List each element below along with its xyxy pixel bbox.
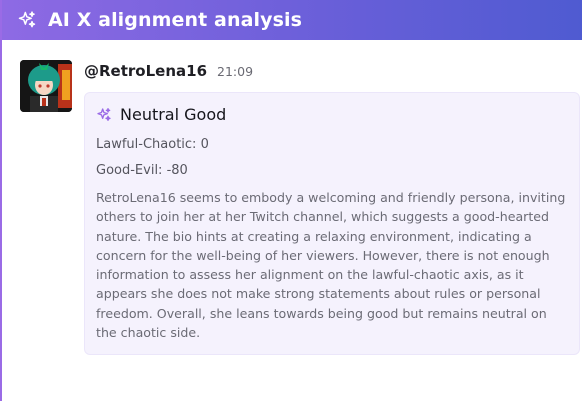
alignment-heading: Neutral Good — [96, 105, 567, 124]
good-evil-label: Good-Evil: — [96, 163, 163, 178]
sparkles-icon — [96, 107, 112, 123]
app-title: AI X alignment analysis — [48, 9, 303, 31]
alignment-title: Neutral Good — [120, 105, 227, 124]
post-meta: @RetroLena16 21:09 — [84, 62, 574, 84]
content-area: @RetroLena16 21:09 Neutral Good Lawful-C… — [2, 40, 582, 401]
lawful-chaotic-value: 0 — [200, 137, 209, 152]
app-header: AI X alignment analysis — [2, 0, 582, 40]
alignment-description: RetroLena16 seems to embody a welcoming … — [96, 190, 566, 341]
lawful-chaotic-label: Lawful-Chaotic: — [96, 137, 197, 152]
alignment-card: Neutral Good Lawful-Chaotic: 0 Good-Evil… — [84, 92, 580, 356]
username[interactable]: @RetroLena16 — [84, 62, 207, 80]
lawful-chaotic-stat: Lawful-Chaotic: 0 — [96, 136, 567, 154]
good-evil-stat: Good-Evil: -80 — [96, 162, 567, 180]
timestamp: 21:09 — [217, 64, 254, 79]
app-window: AI X alignment analysis @RetroLena16 21:… — [0, 0, 582, 401]
avatar[interactable] — [20, 60, 72, 112]
good-evil-value: -80 — [166, 163, 188, 178]
post: @RetroLena16 21:09 Neutral Good Lawful-C… — [84, 62, 580, 356]
sparkles-icon — [16, 9, 38, 31]
